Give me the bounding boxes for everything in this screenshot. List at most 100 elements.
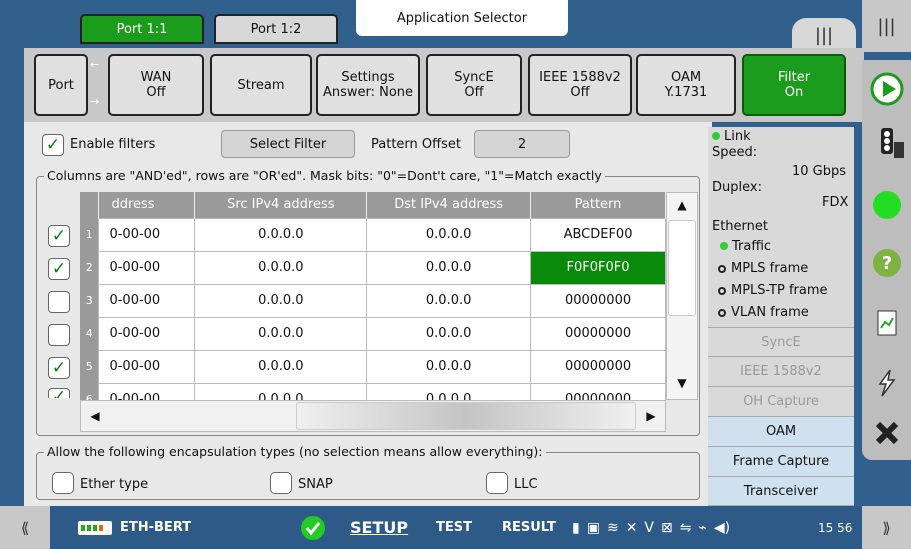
row-4-checkbox[interactable] xyxy=(48,324,70,346)
close-icon[interactable] xyxy=(870,416,904,450)
right-expand-icon[interactable]: ⟫ xyxy=(862,506,911,549)
snap-checkbox[interactable] xyxy=(270,472,292,494)
table-row[interactable]: 3 0-00-00 0.0.0.0 0.0.0.0 00000000 xyxy=(80,283,666,318)
usb-off-icon: ⌁ xyxy=(698,520,707,536)
pattern-offset-field[interactable]: 2 xyxy=(474,130,570,158)
address-cell[interactable]: 0-00-00 xyxy=(98,250,196,285)
dst-cell[interactable]: 0.0.0.0 xyxy=(366,382,532,400)
sidebar-toggle-tab[interactable]: ||| xyxy=(862,0,911,52)
duplex-value: FDX xyxy=(822,195,849,210)
vertical-scroll-thumb[interactable] xyxy=(668,220,696,316)
pattern-cell-selected[interactable]: F0F0F0F0 xyxy=(530,250,666,285)
src-cell[interactable]: 0.0.0.0 xyxy=(194,382,368,400)
scroll-left-icon[interactable]: ◀ xyxy=(80,400,110,432)
traffic-status: Traffic xyxy=(720,239,771,254)
select-filter-button[interactable]: Select Filter xyxy=(221,130,355,158)
report-icon[interactable] xyxy=(870,306,904,340)
table-row[interactable]: 6 0-00-00 0.0.0.0 0.0.0.0 00000000 xyxy=(80,382,666,400)
address-cell[interactable]: 0-00-00 xyxy=(98,382,196,400)
address-cell[interactable]: 0-00-00 xyxy=(98,316,196,351)
nav-ieee1588-button[interactable]: IEEE 1588v2 Off xyxy=(528,54,632,116)
ether-type-checkbox[interactable] xyxy=(52,472,74,494)
nav-stream-button[interactable]: Stream xyxy=(210,54,312,116)
col-header-src: Src IPv4 address xyxy=(194,192,368,218)
panel-toggle-tab[interactable]: ||| xyxy=(792,18,856,52)
col-header-pattern: Pattern xyxy=(530,192,666,218)
application-selector-tab[interactable]: Application Selector xyxy=(356,0,568,36)
pattern-cell[interactable]: 00000000 xyxy=(530,316,666,351)
test-tab[interactable]: TEST xyxy=(436,506,472,549)
setup-ok-icon xyxy=(300,515,326,541)
oam-button[interactable]: OAM xyxy=(708,417,854,447)
src-cell[interactable]: 0.0.0.0 xyxy=(194,250,368,285)
row-1-checkbox[interactable]: ✓ xyxy=(48,225,70,247)
ether-type-label: Ether type xyxy=(80,477,149,492)
result-tab[interactable]: RESULT xyxy=(502,506,556,549)
frame-capture-button[interactable]: Frame Capture xyxy=(708,447,854,477)
nav-wan-button[interactable]: WAN Off xyxy=(108,54,204,116)
src-cell[interactable]: 0.0.0.0 xyxy=(194,316,368,351)
dst-cell[interactable]: 0.0.0.0 xyxy=(366,250,532,285)
tools-sidebar: ? xyxy=(862,60,911,460)
scroll-right-icon[interactable]: ▶ xyxy=(636,400,666,432)
start-play-icon[interactable] xyxy=(870,72,904,106)
address-cell[interactable]: 0-00-00 xyxy=(98,349,196,384)
pattern-cell[interactable]: 00000000 xyxy=(530,283,666,318)
src-cell[interactable]: 0.0.0.0 xyxy=(194,217,368,252)
mplstp-ring-icon xyxy=(718,287,726,295)
table-row[interactable]: 4 0-00-00 0.0.0.0 0.0.0.0 00000000 xyxy=(80,316,666,351)
llc-label: LLC xyxy=(514,477,538,492)
scroll-up-icon[interactable]: ▲ xyxy=(666,192,698,218)
link-led-icon xyxy=(712,132,720,140)
table-row[interactable]: 1 0-00-00 0.0.0.0 0.0.0.0 ABCDEF00 xyxy=(80,217,666,252)
address-cell[interactable]: 0-00-00 xyxy=(98,217,196,252)
row-5-checkbox[interactable]: ✓ xyxy=(48,357,70,379)
nav-synce-button[interactable]: SyncE Off xyxy=(426,54,522,116)
svg-text:?: ? xyxy=(882,253,892,274)
dst-cell[interactable]: 0.0.0.0 xyxy=(366,283,532,318)
setup-tab[interactable]: SETUP xyxy=(350,506,408,549)
dst-cell[interactable]: 0.0.0.0 xyxy=(366,316,532,351)
status-panel: Link Speed: 10 Gbps Duplex: FDX Ethernet… xyxy=(708,127,854,506)
nav-oam-button[interactable]: OAM Y.1731 xyxy=(636,54,736,116)
status-icons: ▮ ▣ ≋ ✕ V ⊠ ⇋ ⌁ ◀) xyxy=(572,516,812,540)
row-number: 2 xyxy=(80,251,99,284)
table-row[interactable]: 2 0-00-00 0.0.0.0 0.0.0.0 F0F0F0F0 xyxy=(80,250,666,285)
address-cell[interactable]: 0-00-00 xyxy=(98,283,196,318)
llc-checkbox[interactable] xyxy=(486,472,508,494)
lightning-icon[interactable] xyxy=(870,366,904,400)
horizontal-scroll-thumb[interactable] xyxy=(296,402,636,430)
nav-settings-button[interactable]: Settings Answer: None xyxy=(316,54,420,116)
mpls-ring-icon xyxy=(718,265,726,273)
table-corner xyxy=(80,192,100,218)
transceiver-button[interactable]: Transceiver xyxy=(708,477,854,506)
scroll-down-icon[interactable]: ▼ xyxy=(666,370,698,396)
row-2-checkbox[interactable]: ✓ xyxy=(48,258,70,280)
pattern-cell[interactable]: 00000000 xyxy=(530,382,666,400)
dst-cell[interactable]: 0.0.0.0 xyxy=(366,349,532,384)
status-led-icon xyxy=(870,188,904,222)
src-cell[interactable]: 0.0.0.0 xyxy=(194,283,368,318)
traffic-light-icon[interactable] xyxy=(870,124,904,158)
row-3-checkbox[interactable] xyxy=(48,291,70,313)
traffic-led-icon xyxy=(720,242,728,250)
clock: 15 56 xyxy=(818,520,853,535)
ethernet-label: Ethernet xyxy=(712,219,768,234)
row-6-checkbox[interactable]: ✓ xyxy=(48,388,70,398)
port-1-2-tab[interactable]: Port 1:2 xyxy=(214,14,338,44)
help-icon[interactable]: ? xyxy=(870,246,904,280)
nav-filter-button[interactable]: Filter On xyxy=(742,54,846,116)
src-cell[interactable]: 0.0.0.0 xyxy=(194,349,368,384)
dst-cell[interactable]: 0.0.0.0 xyxy=(366,217,532,252)
nav-port-button[interactable]: Port xyxy=(34,54,88,116)
app-name: ETH-BERT xyxy=(120,520,192,535)
pattern-cell[interactable]: ABCDEF00 xyxy=(530,217,666,252)
pattern-cell[interactable]: 00000000 xyxy=(530,349,666,384)
port-1-1-tab[interactable]: Port 1:1 xyxy=(80,14,204,44)
table-row[interactable]: 5 0-00-00 0.0.0.0 0.0.0.0 00000000 xyxy=(80,349,666,384)
snap-label: SNAP xyxy=(298,477,333,492)
left-expand-icon[interactable]: ⟪ xyxy=(0,506,50,549)
enable-filters-label: Enable filters xyxy=(70,137,156,152)
mplstp-status: MPLS-TP frame xyxy=(718,283,828,298)
enable-filters-checkbox[interactable]: ✓ xyxy=(42,134,64,156)
